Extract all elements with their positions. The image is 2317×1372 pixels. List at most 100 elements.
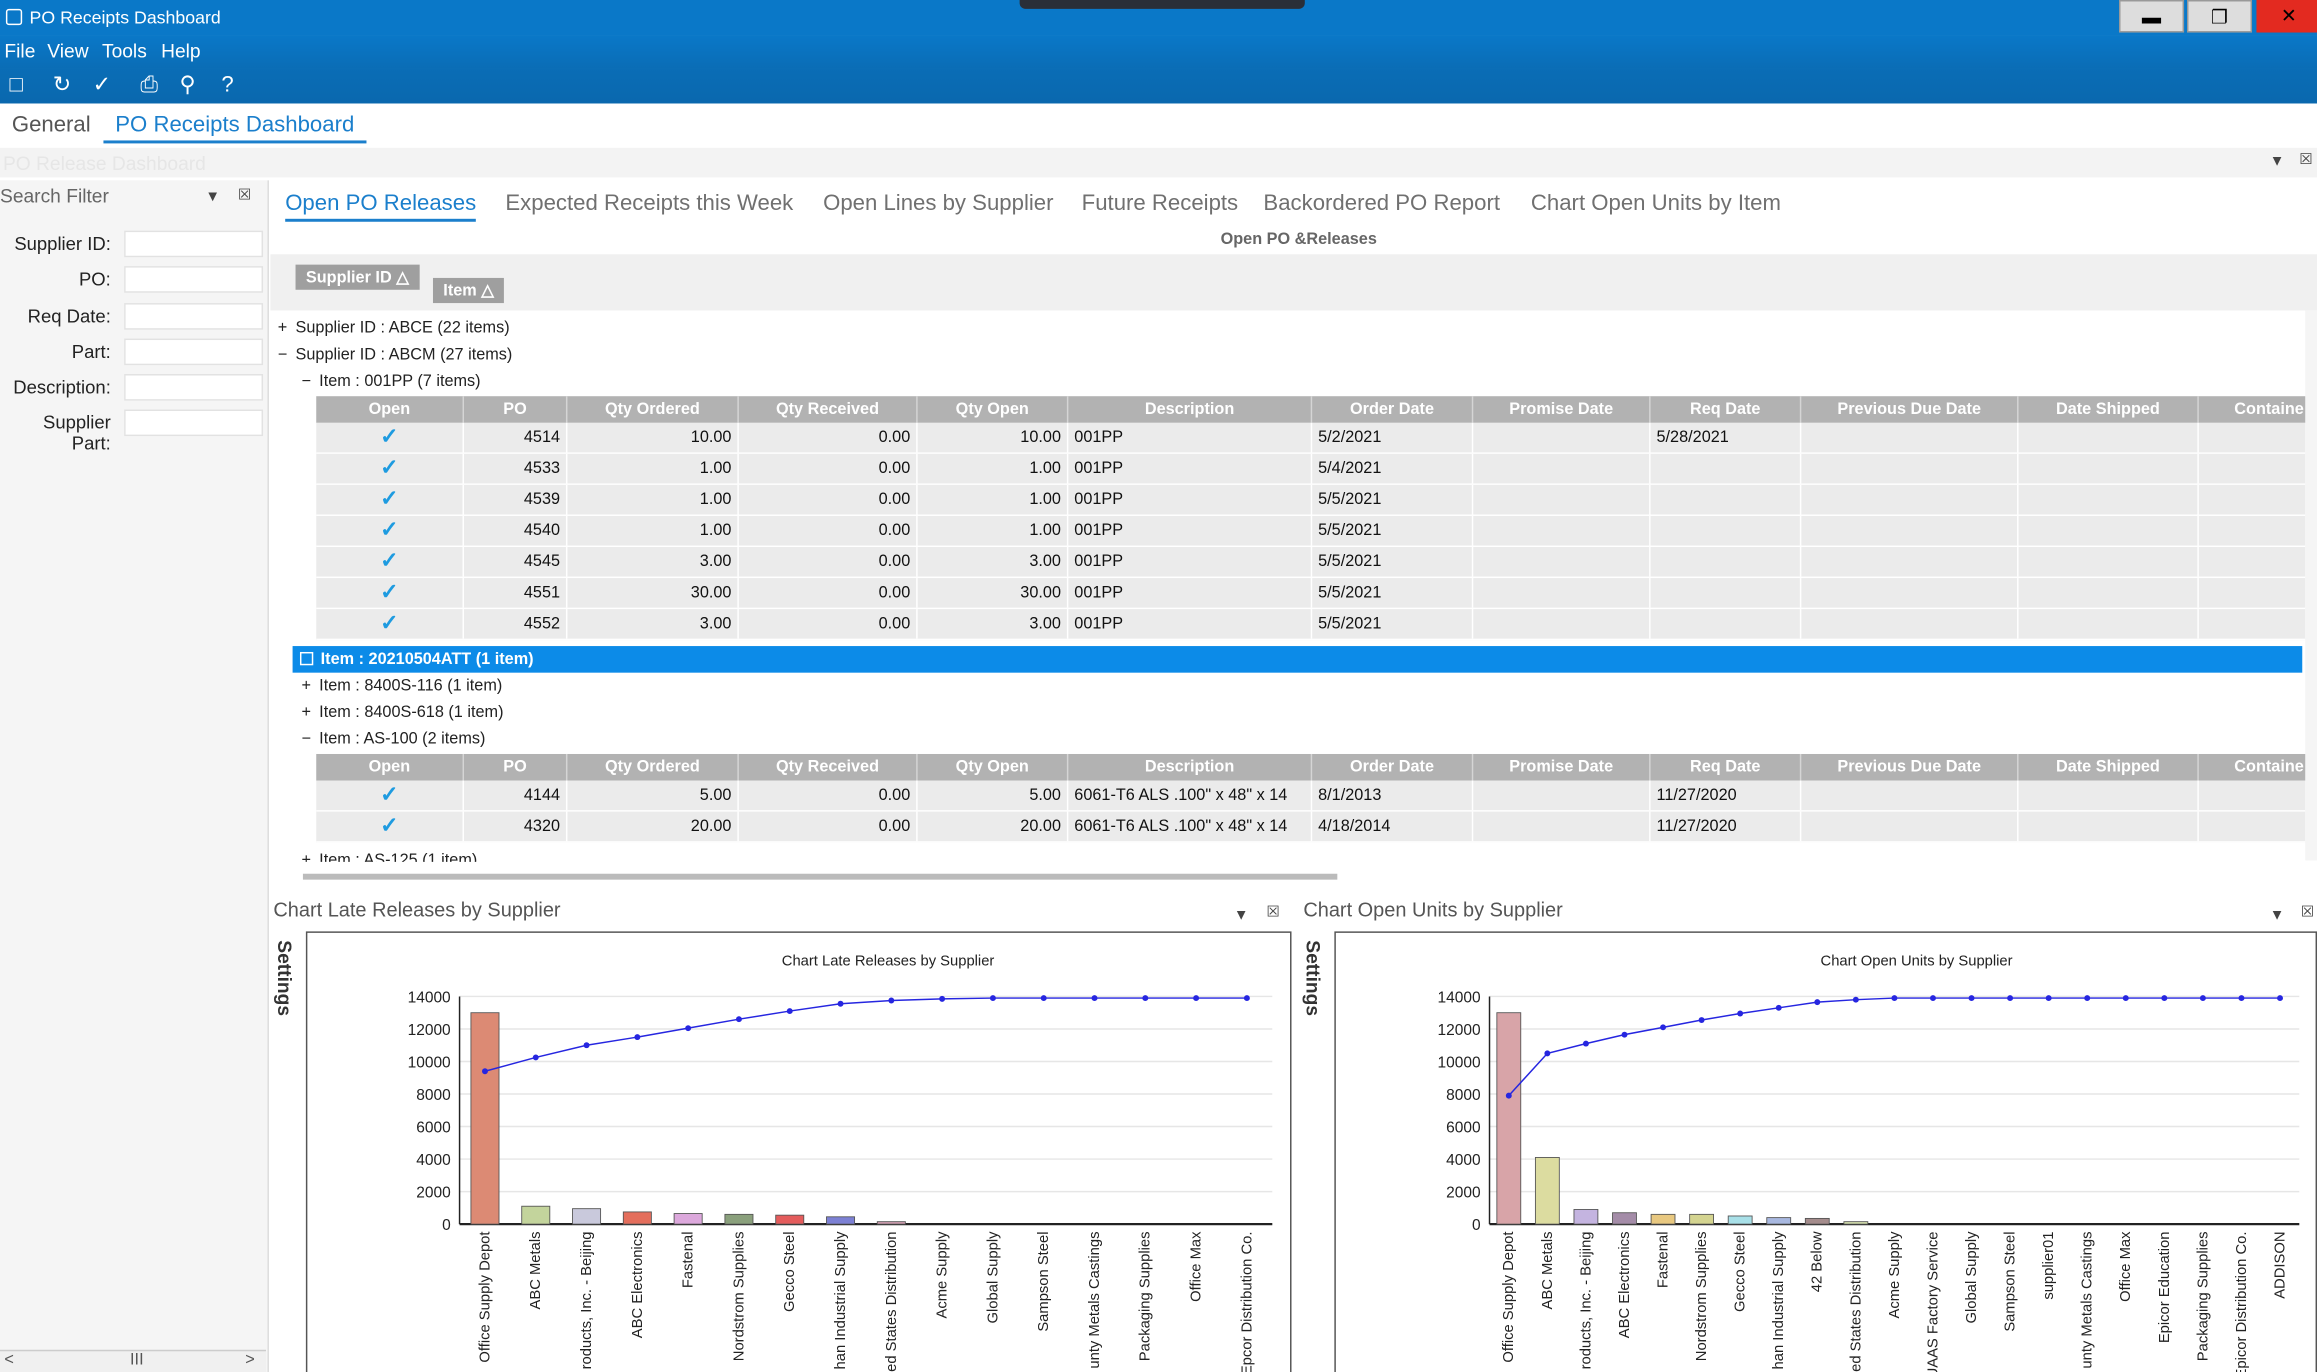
line-point[interactable] — [735, 1016, 742, 1023]
tab-backordered-po-report[interactable]: Backordered PO Report — [1263, 191, 1500, 216]
supplier-id-field[interactable] — [124, 230, 264, 258]
col-container[interactable]: Containe — [2199, 396, 2317, 423]
checkmark-icon[interactable]: ✓ — [316, 515, 464, 546]
col-date-shipped[interactable]: Date Shipped — [2019, 753, 2199, 781]
bar[interactable] — [1612, 1212, 1637, 1225]
line-point[interactable] — [2122, 995, 2129, 1002]
line-point[interactable] — [1040, 995, 1047, 1002]
table-row[interactable]: ✓ 4539 1.00 0.00 1.00 001PP 5/5/2021 — [316, 484, 2317, 516]
bar[interactable] — [470, 1012, 500, 1225]
checkmark-icon[interactable]: ✓ — [316, 780, 464, 811]
grid-vertical-scrollbar[interactable] — [2305, 310, 2317, 861]
settings-tab-right[interactable]: Settings — [1302, 940, 1324, 1016]
line-point[interactable] — [1193, 995, 1200, 1002]
grid-horizontal-scrollbar[interactable] — [288, 869, 2298, 884]
line-point[interactable] — [888, 997, 895, 1004]
line-point[interactable] — [1891, 995, 1898, 1002]
group-row[interactable]: + Item : 8400S-116 (1 item) — [301, 677, 502, 695]
line-point[interactable] — [989, 995, 996, 1002]
col-description[interactable]: Description — [1068, 753, 1313, 781]
bar[interactable] — [1534, 1156, 1560, 1225]
line-point[interactable] — [1091, 995, 1098, 1002]
scroll-thumb[interactable] — [302, 873, 1338, 880]
line-point[interactable] — [1243, 995, 1250, 1002]
checkmark-icon[interactable]: ✓ — [316, 609, 464, 639]
col-container[interactable]: Containe — [2199, 753, 2317, 781]
checkmark-icon[interactable]: ✓ — [316, 811, 464, 842]
line-point[interactable] — [1775, 1004, 1782, 1011]
bar[interactable] — [673, 1213, 703, 1225]
table-row[interactable]: ✓ 4552 3.00 0.00 3.00 001PP 5/5/2021 — [316, 609, 2317, 641]
tab-expected-receipts[interactable]: Expected Receipts this Week — [505, 191, 793, 216]
description-field[interactable] — [124, 374, 264, 401]
col-order-date[interactable]: Order Date — [1312, 753, 1474, 781]
line-point[interactable] — [1582, 1040, 1589, 1047]
po-field[interactable] — [124, 266, 264, 293]
tab-chart-open-units-by-item[interactable]: Chart Open Units by Item — [1531, 191, 1781, 216]
col-qty-open[interactable]: Qty Open — [918, 396, 1069, 423]
bar[interactable] — [1766, 1217, 1792, 1225]
table-row[interactable]: ✓ 4144 5.00 0.00 5.00 6061-T6 ALS .100" x 48"… — [316, 780, 2317, 812]
col-qty-received[interactable]: Qty Received — [739, 396, 918, 423]
bar[interactable] — [1650, 1213, 1676, 1225]
chevron-down-icon[interactable]: ▼ — [205, 189, 220, 205]
group-row[interactable]: − Item : AS-100 (2 items) — [301, 730, 485, 748]
group-chip-supplier-id[interactable]: Supplier ID △ — [295, 264, 420, 290]
chevron-down-icon[interactable]: ▼ — [2270, 154, 2285, 170]
collapse-icon[interactable] — [299, 651, 314, 666]
line-point[interactable] — [1968, 995, 1975, 1002]
table-row[interactable]: ✓ 4540 1.00 0.00 1.00 001PP 5/5/2021 — [316, 515, 2317, 548]
table-row[interactable]: ✓ 4320 20.00 0.00 20.00 6061-T6 ALS .100" x 4… — [316, 811, 2317, 843]
line-point[interactable] — [1814, 999, 1821, 1006]
col-order-date[interactable]: Order Date — [1312, 396, 1474, 423]
bar[interactable] — [622, 1211, 652, 1225]
line-point[interactable] — [2084, 995, 2091, 1002]
line-point[interactable] — [532, 1054, 539, 1061]
line-point[interactable] — [634, 1034, 641, 1041]
line-point[interactable] — [837, 1000, 844, 1007]
col-qty-open[interactable]: Qty Open — [918, 753, 1069, 781]
clear-icon[interactable]: ✓ — [89, 72, 116, 99]
bar[interactable] — [1573, 1209, 1599, 1225]
pin-icon[interactable]: ☒ — [1266, 905, 1279, 921]
left-scrollbar[interactable]: < III > — [0, 1349, 266, 1372]
checkmark-icon[interactable]: ✓ — [316, 547, 464, 577]
menu-tools[interactable]: Tools — [102, 40, 147, 62]
line-point[interactable] — [2045, 995, 2052, 1002]
line-point[interactable] — [1660, 1024, 1667, 1031]
checkmark-icon[interactable]: ✓ — [316, 484, 464, 515]
col-qty-received[interactable]: Qty Received — [739, 753, 918, 781]
part-field[interactable] — [124, 338, 264, 366]
col-date-shipped[interactable]: Date Shipped — [2019, 396, 2199, 423]
table-row[interactable]: ✓ 4545 3.00 0.00 3.00 001PP 5/5/2021 — [316, 547, 2317, 579]
pin-icon[interactable]: ☒ — [2301, 905, 2314, 921]
checkmark-icon[interactable]: ✓ — [316, 422, 464, 453]
tab-po-receipts-dashboard[interactable]: PO Receipts Dashboard — [103, 112, 367, 144]
bar[interactable] — [1496, 1012, 1522, 1225]
col-req-date[interactable]: Req Date — [1651, 396, 1802, 423]
group-row[interactable]: + Item : AS-125 (1 item) — [301, 852, 477, 862]
bar[interactable] — [1843, 1221, 1869, 1225]
scroll-left-icon[interactable]: < — [4, 1351, 14, 1369]
line-point[interactable] — [482, 1068, 488, 1075]
col-previous-due-date[interactable]: Previous Due Date — [1801, 753, 2019, 781]
line-point[interactable] — [939, 995, 946, 1002]
settings-tab-left[interactable]: Settings — [273, 940, 295, 1016]
col-po[interactable]: PO — [464, 753, 568, 781]
help-icon[interactable]: ? — [214, 72, 241, 99]
col-promise-date[interactable]: Promise Date — [1473, 396, 1651, 423]
selected-group-row[interactable]: Item : 20210504ATT (1 item) — [292, 646, 2303, 673]
pin-icon[interactable]: ☒ — [238, 188, 251, 204]
refresh-icon[interactable]: ↻ — [49, 72, 76, 99]
group-row[interactable]: + Item : 8400S-618 (1 item) — [301, 704, 503, 722]
table-row[interactable]: ✓ 4514 10.00 0.00 10.00 001PP 5/2/2021 5/28/202… — [316, 422, 2317, 454]
line-point[interactable] — [1852, 996, 1859, 1003]
bar[interactable] — [1727, 1215, 1753, 1225]
line-point[interactable] — [685, 1025, 692, 1032]
line-point[interactable] — [1737, 1010, 1744, 1017]
line-point[interactable] — [1930, 995, 1936, 1002]
tab-general[interactable]: General — [12, 112, 91, 137]
scroll-right-icon[interactable]: > — [245, 1351, 255, 1369]
table-row[interactable]: ✓ 4551 30.00 0.00 30.00 001PP 5/5/2021 — [316, 578, 2317, 610]
scroll-thumb[interactable]: III — [130, 1351, 144, 1369]
